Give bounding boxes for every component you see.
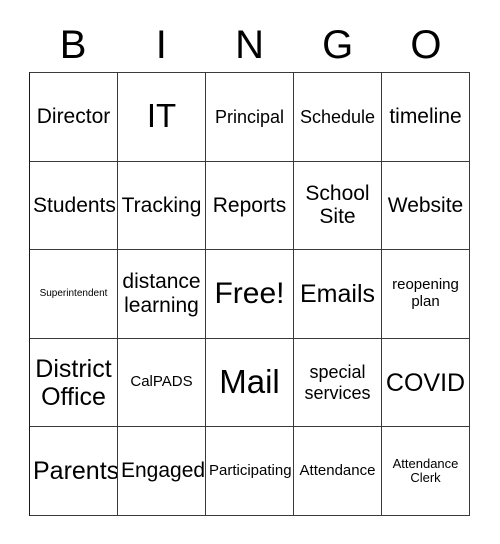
bingo-cell[interactable]: Emails <box>294 250 382 339</box>
bingo-card: B I N G O Director IT Principal Schedule… <box>0 0 500 544</box>
bingo-cell-label: District Office <box>35 354 112 411</box>
bingo-cell[interactable]: Tracking <box>118 161 206 251</box>
bingo-cell-label: CalPADS <box>130 373 193 391</box>
bingo-cell-label: Students <box>33 193 116 217</box>
bingo-grid: Director IT Principal Schedule timeline … <box>29 72 470 516</box>
bingo-cell-label: Principal <box>214 106 285 127</box>
bingo-cell-label: reopening plan <box>392 276 459 310</box>
bingo-cell-label: special services <box>304 362 371 403</box>
bingo-cell[interactable]: Attendance <box>294 427 382 516</box>
bingo-cell-label: COVID <box>385 368 466 397</box>
bingo-cell[interactable]: special services <box>294 338 382 428</box>
bingo-cell[interactable]: timeline <box>382 73 470 162</box>
bingo-header-letter-i: I <box>155 23 167 67</box>
bingo-cell[interactable]: CalPADS <box>118 338 206 428</box>
bingo-cell[interactable]: Principal <box>206 73 294 162</box>
bingo-cell-label: Free! <box>214 277 285 311</box>
bingo-header-letter-g: G <box>322 23 354 67</box>
bingo-cell-label: IT <box>146 97 177 135</box>
bingo-cell-label: Tracking <box>121 193 202 217</box>
bingo-cell-label: timeline <box>389 105 462 129</box>
bingo-cell[interactable]: District Office <box>30 338 118 428</box>
bingo-cell[interactable]: School Site <box>294 161 382 251</box>
bingo-header-row: B I N G O <box>29 18 470 72</box>
bingo-cell-label: Website <box>387 193 464 217</box>
bingo-cell[interactable]: reopening plan <box>382 250 470 339</box>
bingo-cell[interactable]: distance learning <box>118 250 206 339</box>
bingo-cell[interactable]: Engaged <box>118 427 206 516</box>
bingo-cell-label: Mail <box>219 363 280 401</box>
bingo-cell-label: Superintendent <box>39 288 108 300</box>
bingo-cell-label: Director <box>36 105 111 129</box>
bingo-cell[interactable]: Students <box>30 161 118 251</box>
bingo-cell[interactable]: Website <box>382 161 470 251</box>
bingo-cell-label: Reports <box>212 193 287 217</box>
bingo-cell-label: Emails <box>299 279 375 308</box>
bingo-header-letter-o: O <box>410 23 442 67</box>
bingo-cell-label: distance learning <box>122 270 201 317</box>
bingo-cell[interactable]: Superintendent <box>30 250 118 339</box>
bingo-cell-label: Attendance Clerk <box>392 455 459 486</box>
bingo-cell[interactable]: Reports <box>206 161 294 251</box>
bingo-cell-free[interactable]: Free! <box>206 250 294 339</box>
bingo-cell-label: Engaged <box>121 459 206 483</box>
bingo-cell-label: School Site <box>305 181 370 229</box>
bingo-cell-label: Participating <box>209 461 292 479</box>
bingo-cell-label: Parents <box>33 457 118 486</box>
bingo-cell[interactable]: Participating <box>206 427 294 516</box>
bingo-cell-label: Attendance <box>299 461 376 479</box>
bingo-header-letter-b: B <box>59 23 87 67</box>
bingo-cell[interactable]: Director <box>30 73 118 162</box>
bingo-cell[interactable]: Parents <box>30 427 118 516</box>
bingo-cell[interactable]: Attendance Clerk <box>382 427 470 516</box>
bingo-header-letter-n: N <box>235 23 264 67</box>
bingo-cell[interactable]: COVID <box>382 338 470 428</box>
bingo-cell[interactable]: Schedule <box>294 73 382 162</box>
bingo-cell[interactable]: IT <box>118 73 206 162</box>
bingo-cell[interactable]: Mail <box>206 338 294 428</box>
bingo-cell-label: Schedule <box>299 106 376 127</box>
